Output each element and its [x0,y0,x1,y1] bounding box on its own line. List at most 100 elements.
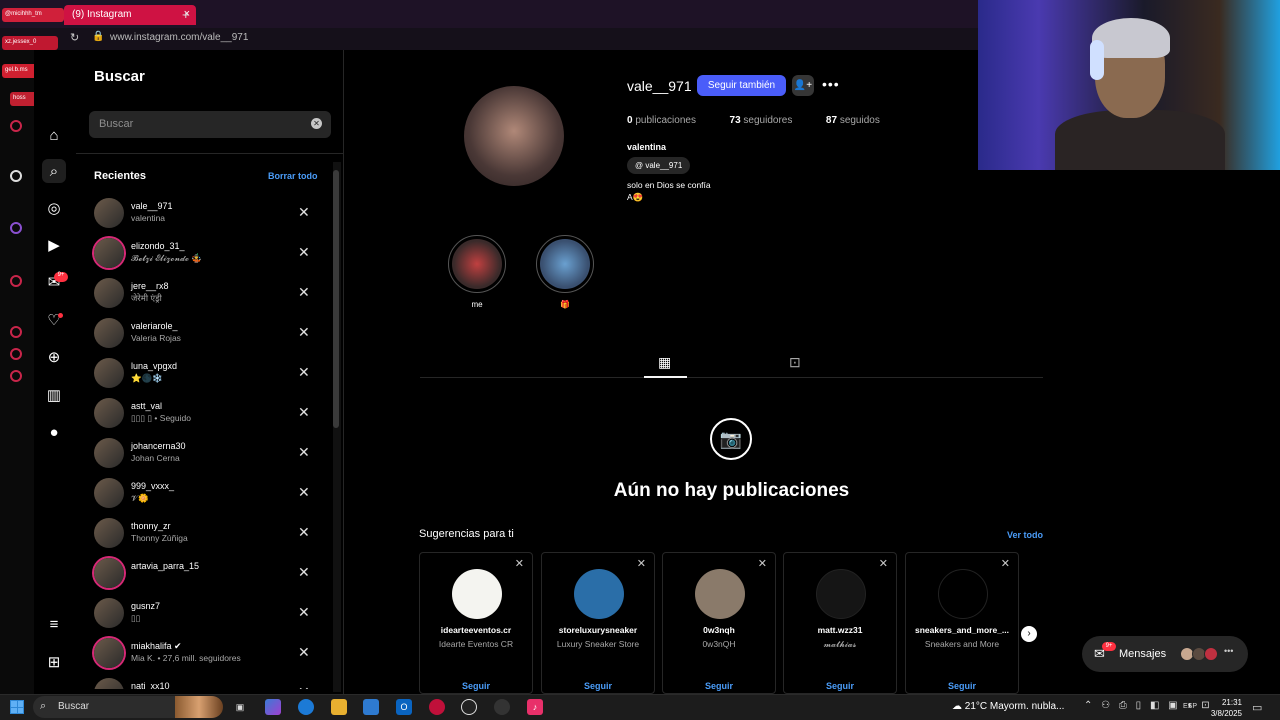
url-text[interactable]: www.instagram.com/vale__971 [110,32,248,43]
list-item[interactable]: nati_xx10 ✕ [76,673,336,689]
clear-all-link[interactable]: Borrar todo [268,171,318,181]
reels-icon[interactable]: ▶ [42,233,66,257]
remove-recent-icon[interactable]: ✕ [298,644,310,661]
dashboard-icon[interactable]: ▥ [42,383,66,407]
remove-recent-icon[interactable]: ✕ [298,244,310,261]
remove-recent-icon[interactable]: ✕ [298,404,310,421]
follow-button[interactable]: Seguir también [697,75,786,96]
more-apps-icon[interactable]: ⊞ [42,650,66,674]
remove-recent-icon[interactable]: ✕ [298,684,310,689]
suggestion-card[interactable]: ✕ 0w3nqh 0w3nQH Seguir [662,552,776,694]
avatar[interactable] [94,358,124,388]
next-arrow-icon[interactable]: › [1021,626,1037,642]
avatar[interactable] [94,678,124,689]
obs-icon[interactable] [494,699,510,715]
list-item[interactable]: thonny_zr Thonny Zúñiga ✕ [76,513,336,553]
explore-icon[interactable]: ◎ [42,196,66,220]
profile-avatar[interactable] [464,86,564,186]
twitch-icon[interactable] [10,222,22,234]
list-item[interactable]: vale__971 valentina ✕ [76,193,336,233]
avatar[interactable] [94,558,124,588]
scrollbar-thumb[interactable] [333,170,339,428]
more-options-icon[interactable]: ••• [822,76,840,92]
avatar[interactable] [94,278,124,308]
list-item[interactable]: valeriarole_ Valeria Rojas ✕ [76,313,336,353]
avatar[interactable] [94,478,124,508]
remove-recent-icon[interactable]: ✕ [298,444,310,461]
avatar[interactable] [94,198,124,228]
settings-icon[interactable] [10,370,22,382]
story-highlight[interactable] [448,235,506,293]
start-menu-icon[interactable] [10,700,24,714]
profile-avatar-icon[interactable]: ● [42,420,66,444]
clock[interactable]: 21:31 3/8/2025 [1206,697,1242,719]
list-item[interactable]: astt_val ▯▯▯ ▯ • Seguido ✕ [76,393,336,433]
list-item[interactable]: 999_vxxx_ 𝓥🌼 ✕ [76,473,336,513]
reload-icon[interactable]: ↻ [70,31,79,44]
avatar[interactable] [94,398,124,428]
follow-suggestion-button[interactable]: Seguir [784,681,896,691]
avatar[interactable] [94,638,124,668]
weather-widget[interactable]: ☁ 21°C Mayorm. nubla... [952,701,1064,712]
follow-suggestion-button[interactable]: Seguir [542,681,654,691]
copilot-icon[interactable] [265,699,281,715]
dismiss-suggestion-icon[interactable]: ✕ [758,557,767,570]
list-item[interactable]: miakhalifa ✔ Mia K. • 27,6 mill. seguidor… [76,633,336,673]
task-view-icon[interactable]: ▣ [232,699,248,715]
search-input[interactable]: Buscar ✕ [89,111,331,138]
story-highlight[interactable] [536,235,594,293]
list-item[interactable]: jere__rx8 जेरेमी एंड्री ✕ [76,273,336,313]
follow-suggestion-button[interactable]: Seguir [663,681,775,691]
clear-search-icon[interactable]: ✕ [311,118,322,129]
messages-button[interactable]: ✉ 9+ Mensajes ••• [1082,636,1248,672]
file-explorer-icon[interactable] [331,699,347,715]
list-item[interactable]: luna_vpgxd ⭐🌑❄️ ✕ [76,353,336,393]
dismiss-suggestion-icon[interactable]: ✕ [1001,557,1010,570]
remove-recent-icon[interactable]: ✕ [298,364,310,381]
suggestion-card[interactable]: ✕ matt.wzz31 𝓶𝓪𝓽𝓱𝓲𝓪𝓼 Seguir [783,552,897,694]
dismiss-suggestion-icon[interactable]: ✕ [515,557,524,570]
suggestion-card[interactable]: ✕ sneakers_and_more_... Sneakers and More S… [905,552,1019,694]
store-icon[interactable] [363,699,379,715]
suggestion-card[interactable]: ✕ storeluxurysneaker Luxury Sneaker Store S… [541,552,655,694]
opera-gx-icon[interactable] [429,699,445,715]
edge-icon[interactable] [298,699,314,715]
tab-tagged-icon[interactable]: ⊡ [789,354,801,371]
create-icon[interactable]: ⊕ [42,345,66,369]
search-icon[interactable]: ⌕ [42,159,66,183]
remove-recent-icon[interactable]: ✕ [298,524,310,541]
list-item[interactable]: gusnz7 ▯▯ ✕ [76,593,336,633]
list-item[interactable]: artavia_parra_15 ✕ [76,553,336,593]
suggested-accounts-button[interactable]: 👤+ [792,75,814,96]
dismiss-suggestion-icon[interactable]: ✕ [879,557,888,570]
avatar[interactable] [94,518,124,548]
follow-suggestion-button[interactable]: Seguir [420,681,532,691]
follow-suggestion-button[interactable]: Seguir [906,681,1018,691]
followers-stat[interactable]: 73 seguidores [730,115,793,126]
remove-recent-icon[interactable]: ✕ [298,284,310,301]
avatar[interactable] [816,569,866,619]
avatar[interactable] [938,569,988,619]
sidebar-app-icon[interactable] [10,120,22,132]
list-item[interactable]: elizondo_31_ 𝓑𝓮𝓽𝔃𝓲 𝓔𝓵𝓲𝔃𝓸𝓷𝓭𝓸 🤹 ✕ [76,233,336,273]
avatar[interactable] [94,598,124,628]
lock-icon[interactable]: 🔒 [92,31,104,42]
avatar[interactable] [452,569,502,619]
github-icon[interactable] [461,699,477,715]
home-icon[interactable]: ⌂ [42,123,66,147]
avatar[interactable] [94,238,124,268]
heart-icon[interactable]: ♡ [42,308,66,332]
avatar[interactable] [94,438,124,468]
remove-recent-icon[interactable]: ✕ [298,484,310,501]
avatar[interactable] [695,569,745,619]
dismiss-suggestion-icon[interactable]: ✕ [637,557,646,570]
sidebar-app-icon[interactable] [10,275,22,287]
history-icon[interactable] [10,326,22,338]
following-stat[interactable]: 87 seguidos [826,115,880,126]
new-tab-button[interactable]: + [182,7,190,22]
suggestion-card[interactable]: ✕ idearteeventos.cr Idearte Eventos CR Segu… [419,552,533,694]
taskbar-search[interactable]: ⌕ Buscar [33,696,223,718]
sidebar-app-icon[interactable] [10,348,22,360]
remove-recent-icon[interactable]: ✕ [298,204,310,221]
avatar[interactable] [94,318,124,348]
